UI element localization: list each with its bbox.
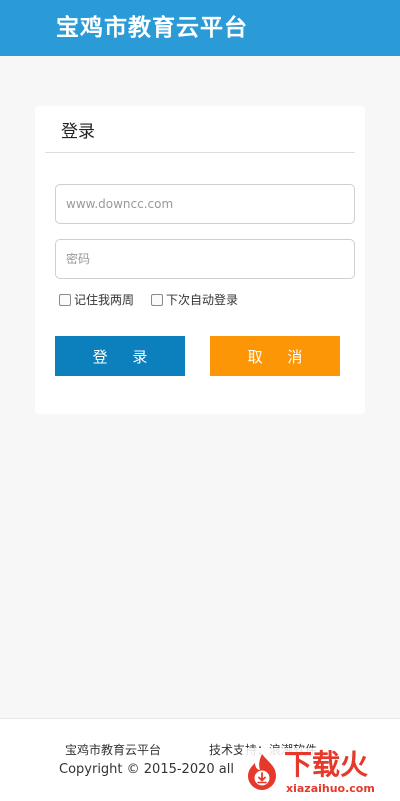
cancel-button[interactable]: 取 消 [210,336,340,376]
login-button[interactable]: 登 录 [55,336,185,376]
checkbox-box[interactable] [59,294,71,306]
card-divider [45,152,355,153]
app-header: 宝鸡市教育云平台 [0,0,400,56]
auto-login-label: 下次自动登录 [166,293,239,307]
app-title: 宝鸡市教育云平台 [56,15,248,41]
download-flame-icon [248,754,276,790]
footer-copyright: Copyright © 2015-2020 all [59,762,234,777]
watermark: 下载火 xiazaihuo.com [242,748,400,800]
login-card-title: 登录 [61,122,95,142]
watermark-text: 下载火 [284,748,369,781]
watermark-url: xiazaihuo.com [286,782,375,795]
checkbox-box[interactable] [151,294,163,306]
username-input[interactable] [55,184,355,224]
login-card: 登录 记住我两周 下次自动登录 登 录 取 消 [35,106,365,414]
footer-site-name: 宝鸡市教育云平台 [65,743,162,757]
remember-two-weeks-label: 记住我两周 [74,293,135,307]
password-input[interactable] [55,239,355,279]
